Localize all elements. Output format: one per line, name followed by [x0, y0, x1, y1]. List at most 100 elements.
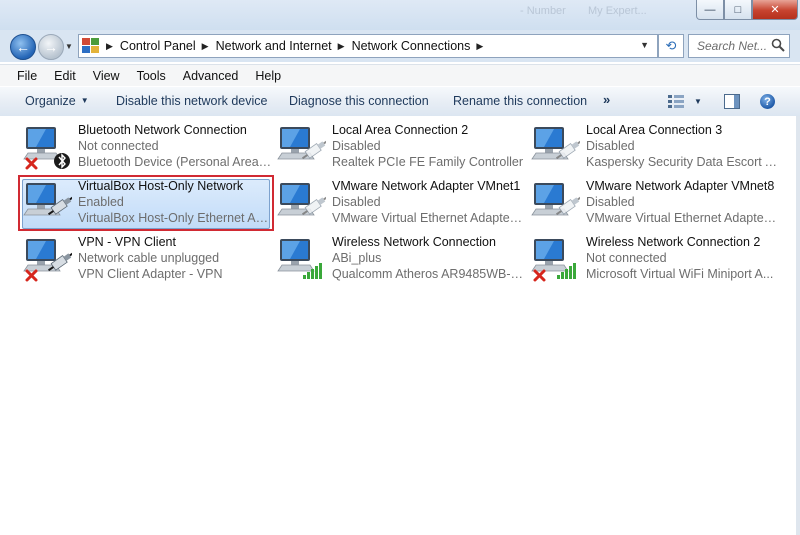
close-button[interactable]: ✕ — [752, 0, 798, 20]
connections-view: Bluetooth Network Connection Not connect… — [0, 116, 796, 535]
connection-name: Wireless Network Connection — [332, 235, 496, 249]
menu-edit[interactable]: Edit — [43, 69, 82, 83]
preview-pane-icon[interactable] — [724, 94, 740, 109]
connection-status: Disabled — [332, 139, 381, 153]
connection-item[interactable]: Local Area Connection 3 Disabled Kaspers… — [528, 121, 780, 173]
organize-button[interactable]: Organize ▼ — [25, 94, 89, 108]
connection-status: Not connected — [78, 139, 159, 153]
connection-name: Local Area Connection 2 — [332, 123, 469, 137]
refresh-button[interactable]: ⟲ — [658, 34, 684, 58]
connection-device: Bluetooth Device (Personal Area ... — [78, 155, 272, 169]
network-icon — [277, 127, 326, 160]
forward-button[interactable]: → — [38, 34, 64, 60]
search-box[interactable] — [688, 34, 790, 58]
connection-status: Disabled — [332, 195, 381, 209]
help-icon[interactable]: ? — [760, 94, 775, 109]
connection-name: Wireless Network Connection 2 — [586, 235, 761, 249]
connection-item[interactable]: VMware Network Adapter VMnet8 Disabled V… — [528, 177, 780, 229]
connection-status: Disabled — [586, 195, 635, 209]
connection-item[interactable]: VMware Network Adapter VMnet1 Disabled V… — [274, 177, 526, 229]
connection-name: VirtualBox Host-Only Network — [78, 179, 244, 193]
network-icon — [531, 239, 576, 282]
control-panel-icon — [82, 38, 100, 54]
forward-arrow-icon: → — [44, 39, 58, 55]
search-icon[interactable] — [771, 38, 785, 52]
search-input[interactable] — [695, 38, 775, 54]
recent-pages-dropdown[interactable]: ▼ — [65, 42, 73, 51]
back-arrow-icon: ← — [16, 39, 30, 55]
breadcrumb-separator-icon[interactable]: ▶ — [476, 41, 483, 52]
breadcrumb-network-and-internet[interactable]: Network and Internet — [216, 39, 332, 53]
more-commands-chevron-icon[interactable]: » — [603, 92, 610, 107]
connection-status: Network cable unplugged — [78, 251, 220, 265]
menu-tools[interactable]: Tools — [126, 69, 172, 83]
rename-connection-button[interactable]: Rename this connection — [453, 94, 587, 108]
connection-device: VMware Virtual Ethernet Adapter ... — [332, 211, 526, 225]
disconnected-x-icon — [533, 269, 546, 282]
menu-view[interactable]: View — [82, 69, 126, 83]
minimize-button[interactable]: — — [696, 0, 724, 20]
command-bar: Organize ▼ Disable this network device Di… — [0, 86, 800, 117]
window-controls: — □ ✕ — [696, 0, 798, 20]
connection-name: VPN - VPN Client — [78, 235, 176, 249]
background-tab-label: My Expert... — [588, 5, 647, 17]
scrollbar-track[interactable] — [796, 116, 800, 535]
back-button[interactable]: ← — [10, 34, 36, 60]
network-icon — [531, 183, 580, 216]
network-icon — [531, 127, 580, 160]
address-bar[interactable]: ▶ Control Panel ▶ Network and Internet ▶… — [78, 34, 658, 58]
title-bar: - Number My Expert... — □ ✕ — [0, 0, 800, 30]
connection-device: VMware Virtual Ethernet Adapter ... — [586, 211, 780, 225]
breadcrumb-separator-icon[interactable]: ▶ — [338, 41, 345, 52]
change-view-icon[interactable] — [668, 95, 684, 109]
connection-item[interactable]: Wireless Network Connection 2 Not connec… — [528, 233, 780, 285]
connection-item[interactable]: Wireless Network Connection ABi_plus Qua… — [274, 233, 526, 285]
maximize-icon: □ — [734, 3, 742, 16]
connection-name: Local Area Connection 3 — [586, 123, 723, 137]
menu-help[interactable]: Help — [244, 69, 287, 83]
connection-name: Bluetooth Network Connection — [78, 123, 247, 137]
minimize-icon: — — [704, 3, 716, 16]
breadcrumb-network-connections[interactable]: Network Connections — [352, 39, 471, 53]
connection-item[interactable]: Local Area Connection 2 Disabled Realtek… — [274, 121, 526, 173]
view-options-dropdown-icon[interactable]: ▼ — [694, 97, 702, 106]
dropdown-caret-icon: ▼ — [80, 96, 89, 105]
connection-device: VirtualBox Host-Only Ethernet Ad... — [78, 211, 272, 225]
diagnose-connection-button[interactable]: Diagnose this connection — [289, 94, 429, 108]
connection-name: VMware Network Adapter VMnet8 — [586, 179, 775, 193]
background-tab-label: - Number — [520, 5, 566, 17]
refresh-icon: ⟲ — [665, 38, 677, 53]
disable-device-button[interactable]: Disable this network device — [116, 94, 267, 108]
network-icon — [277, 183, 326, 216]
navigation-bar: ← → ▼ ▶ Control Panel ▶ Network and Inte… — [0, 30, 800, 62]
network-icon — [23, 239, 72, 282]
connection-status: ABi_plus — [332, 251, 382, 265]
network-icon — [23, 127, 70, 170]
connection-item[interactable]: Bluetooth Network Connection Not connect… — [20, 121, 272, 173]
breadcrumb-control-panel[interactable]: Control Panel — [120, 39, 196, 53]
connection-device: VPN Client Adapter - VPN — [78, 267, 223, 281]
connection-item[interactable]: VirtualBox Host-Only Network Enabled Vir… — [18, 175, 274, 231]
breadcrumb-separator-icon[interactable]: ▶ — [202, 41, 209, 52]
connection-device: Realtek PCIe FE Family Controller — [332, 155, 524, 169]
address-dropdown-icon[interactable]: ▼ — [640, 40, 649, 50]
maximize-button[interactable]: □ — [724, 0, 752, 20]
disconnected-x-icon — [25, 269, 38, 282]
connection-status: Disabled — [586, 139, 635, 153]
connection-device: Kaspersky Security Data Escort Ad... — [586, 155, 780, 169]
disconnected-x-icon — [25, 157, 38, 170]
organize-label: Organize — [25, 94, 76, 108]
menu-file[interactable]: File — [0, 69, 43, 83]
breadcrumb-separator-icon[interactable]: ▶ — [106, 41, 113, 52]
menu-bar: File Edit View Tools Advanced Help — [0, 64, 800, 86]
network-icon — [23, 183, 72, 216]
connection-item[interactable]: VPN - VPN Client Network cable unplugged… — [20, 233, 272, 285]
connection-device: Microsoft Virtual WiFi Miniport A... — [586, 267, 774, 281]
network-icon — [277, 239, 322, 279]
close-icon: ✕ — [770, 4, 780, 16]
connection-status: Not connected — [586, 251, 667, 265]
menu-advanced[interactable]: Advanced — [172, 69, 245, 83]
connection-device: Qualcomm Atheros AR9485WB-E... — [332, 267, 526, 281]
connection-status: Enabled — [78, 195, 124, 209]
connection-name: VMware Network Adapter VMnet1 — [332, 179, 521, 193]
